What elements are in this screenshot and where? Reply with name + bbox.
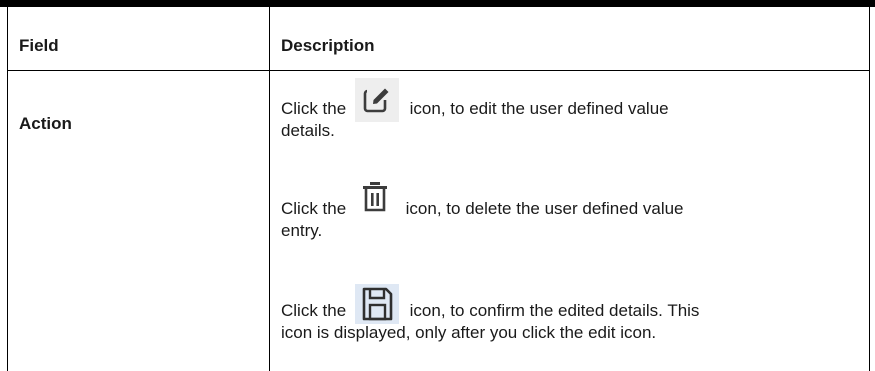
header-bottom-rule (7, 70, 870, 71)
entry-line-2: details. (281, 121, 335, 140)
description-entry-save: Click the icon, to confirm the edited de… (281, 282, 861, 344)
entry-line-2: icon is displayed, only after you click … (281, 323, 657, 342)
entry-prefix: Click the (281, 301, 347, 320)
table-top-rule (0, 0, 875, 7)
entry-prefix: Click the (281, 99, 347, 118)
left-border (7, 7, 8, 371)
description-entry-edit: Click the icon, to edit the user defined… (281, 76, 861, 142)
right-border (869, 7, 870, 371)
save-icon (354, 284, 399, 324)
entry-suffix: icon, to delete the user defined value (405, 199, 684, 218)
entry-line-1: Click the icon, to delete the user defin… (281, 176, 861, 222)
description-entry-delete: Click the icon, to delete the user defin… (281, 176, 861, 242)
field-action: Action (19, 114, 72, 133)
entry-suffix: icon, to edit the user defined value (409, 99, 669, 118)
delete-icon (354, 178, 395, 222)
header-field: Field (19, 36, 59, 55)
edit-icon (354, 78, 399, 122)
document-table: Field Description Action Click the icon,… (0, 0, 875, 371)
entry-line-2: entry. (281, 221, 323, 240)
entry-prefix: Click the (281, 199, 347, 218)
header-description: Description (281, 36, 375, 55)
entry-suffix: icon, to confirm the edited details. Thi… (409, 301, 700, 320)
column-divider (269, 7, 270, 371)
entry-line-1: Click the icon, to confirm the edited de… (281, 282, 861, 324)
entry-line-1: Click the icon, to edit the user defined… (281, 76, 861, 122)
